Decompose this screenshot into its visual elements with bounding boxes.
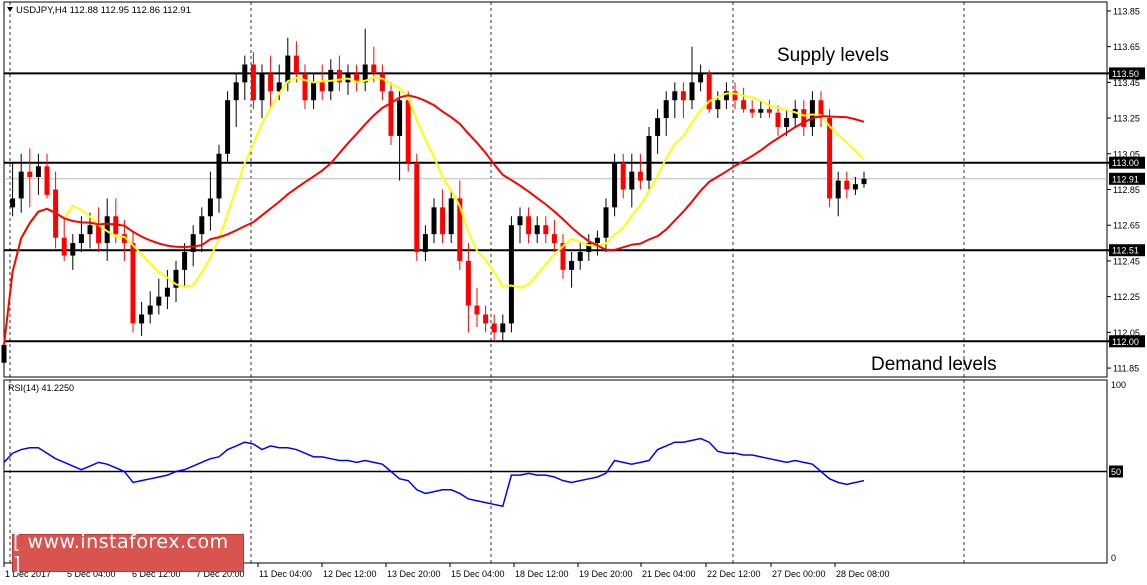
price-marker-label: 112.51	[1112, 246, 1139, 256]
time-tick-label: 15 Dec 04:00	[451, 569, 505, 579]
demand-levels-label: Demand levels	[871, 354, 997, 375]
candle	[388, 82, 394, 145]
time-tick-label: 13 Dec 20:00	[387, 569, 441, 579]
rsi-label: RSI(14) 41.2250	[8, 383, 74, 393]
chart-header: USDJPY,H4 112.88 112.95 112.86 112.91	[16, 5, 191, 16]
price-tick-label: 113.85	[1113, 6, 1140, 16]
price-tick-label: 112.25	[1113, 292, 1140, 302]
candle	[706, 69, 712, 113]
price-tick-label: 112.85	[1113, 185, 1140, 195]
price-tick-label: 112.65	[1113, 221, 1140, 231]
time-tick-label: 11 Dec 04:00	[259, 569, 312, 579]
time-tick-label: 22 Dec 12:00	[707, 569, 761, 579]
time-tick-label: 18 Dec 12:00	[515, 569, 569, 579]
candle	[225, 91, 231, 163]
time-tick-label: 19 Dec 20:00	[579, 569, 633, 579]
price-tick-label: 113.65	[1113, 42, 1140, 52]
price-marker-label: 112.91	[1112, 174, 1139, 184]
price-marker-label: 112.00	[1112, 337, 1139, 347]
trading-chart[interactable]: 113.85113.65113.45113.25113.05112.85112.…	[0, 0, 1147, 585]
candle	[612, 153, 618, 217]
candle	[646, 127, 652, 190]
rsi-tick-label: 100	[1111, 380, 1126, 390]
price-tick-label: 111.85	[1113, 364, 1139, 374]
time-tick-label: 27 Dec 00:00	[772, 569, 826, 579]
price-tick-label: 112.45	[1113, 256, 1140, 266]
supply-levels-label: Supply levels	[777, 45, 889, 66]
price-marker-label: 113.50	[1112, 69, 1139, 79]
candle	[414, 153, 420, 261]
rsi-tick-label: 0	[1111, 553, 1116, 563]
price-marker-label: 113.00	[1112, 158, 1139, 168]
price-tick-label: 113.25	[1113, 114, 1140, 124]
time-tick-label: 28 Dec 08:00	[836, 569, 890, 579]
time-tick-label: 12 Dec 12:00	[323, 569, 377, 579]
rsi-tick-label: 50	[1111, 467, 1121, 477]
watermark-banner: [ www.instaforex.com ]	[12, 531, 244, 575]
watermark-text: [ www.instaforex.com ]	[13, 531, 229, 575]
time-tick-label: 21 Dec 04:00	[642, 569, 696, 579]
candle	[508, 216, 514, 333]
